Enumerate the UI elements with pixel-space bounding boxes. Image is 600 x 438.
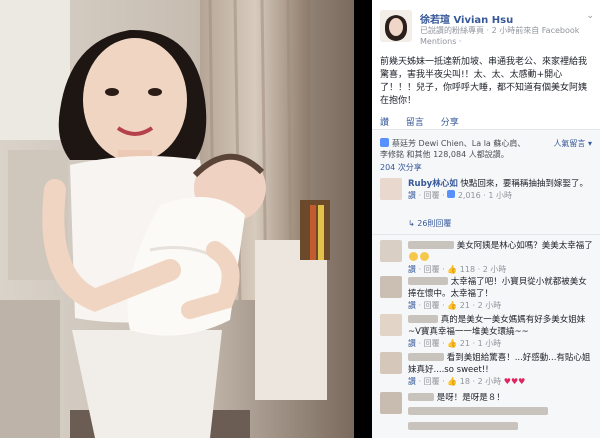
comment-like-count: 18 [459, 377, 470, 386]
thumbs-up-icon [380, 138, 389, 147]
comment-like-button[interactable]: 讚 [408, 191, 416, 200]
comment-time: 2 小時 [482, 265, 507, 274]
comment-like-button[interactable]: 讚 [408, 265, 416, 274]
comment-body: Ruby林心如 快點回來，要稱稱抽抽到嫁娶了。 讚 · 回覆 · 2,016 ·… [408, 178, 594, 202]
comment-time: 1 小時 [488, 191, 512, 200]
photo-illustration [0, 0, 354, 438]
view-replies-link[interactable]: ↳ 26則回覆 [408, 218, 451, 229]
like-button[interactable]: 讚 [380, 118, 389, 128]
comment-like-button[interactable]: 讚 [408, 339, 416, 348]
page-name-link[interactable]: 徐若瑄 Vivian Hsu [420, 11, 513, 26]
comment-text: 是呀！是呀是８！ [436, 393, 505, 403]
emoji-icon [420, 252, 429, 261]
commenter-avatar[interactable] [380, 178, 402, 200]
blurred-text [408, 406, 594, 418]
comment-like-button[interactable]: 讚 [408, 377, 416, 386]
comment-meta: 讚 · 回覆 · 👍 18 · 2 小時 ♥♥♥ [408, 377, 526, 386]
share-button[interactable]: 分享 [441, 118, 459, 128]
post-actions: 讚 留言 分享 [380, 115, 473, 128]
like-summary-text: 蔡廷芳 Dewi Chien、La la 蘇心肩、李修銘 和其他 128,084… [380, 139, 526, 159]
comment-button[interactable]: 留言 [406, 118, 424, 128]
comment-like-count: 2,016 [457, 191, 481, 200]
facebook-post-panel: 徐若瑄 Vivian Hsu 已說讚的粉絲專頁 · 2 小時前來自 Facebo… [372, 0, 600, 438]
comment-text: 快點回來，要稱稱抽抽到嫁娶了。 [457, 179, 588, 189]
share-count-link[interactable]: 204 次分享 [380, 162, 422, 173]
comment-body: 太幸福了吧！小寶貝從小就都被美女捧在懷中。太幸福了！ 讚 · 回覆 · 👍 21… [408, 276, 594, 312]
comment-body: 美女阿姨是林心如嗎？美美太幸福了 讚 · 回覆 · 👍 118 · 2 小時 [408, 240, 594, 276]
emoji-icon [409, 252, 418, 261]
comment-time: 1 小時 [477, 339, 502, 348]
chevron-down-icon[interactable]: ⌄ [586, 11, 594, 21]
post-text: 前幾天姊妹一抵達新加坡、串通我老公、來家裡給我驚喜，害我半夜尖叫!！太、太、太感… [380, 57, 588, 106]
comment-body: 看到美姐給驚喜！...好感動...有貼心姐妹真好....so sweet!! 讚… [408, 352, 594, 388]
commenter-name[interactable]: Ruby林心如 [408, 179, 458, 189]
photo-border [354, 0, 372, 438]
blurred-name [408, 315, 438, 323]
comment-body: 真的是美女一美女媽媽有好多美女姐妹~V寶真幸福一一堆美女環繞~~ 讚 · 回覆 … [408, 314, 594, 350]
comment-like-button[interactable]: 讚 [408, 301, 416, 310]
blurred-name [408, 241, 454, 249]
comment-like-count: 21 [459, 339, 470, 348]
heart-icon: ♥♥♥ [503, 377, 526, 386]
commenter-avatar[interactable] [380, 240, 402, 262]
comment-like-count: 118 [459, 265, 476, 274]
blurred-name [408, 393, 434, 401]
blurred-name [408, 353, 444, 361]
post-photo[interactable] [0, 0, 354, 438]
like-summary[interactable]: 蔡廷芳 Dewi Chien、La la 蘇心肩、李修銘 和其他 128,084… [380, 138, 530, 160]
commenter-avatar[interactable] [380, 314, 402, 336]
comment-meta: 讚 · 回覆 · 👍 118 · 2 小時 [408, 265, 507, 274]
commenter-avatar[interactable] [380, 392, 402, 414]
comment-meta: 讚 · 回覆 · 👍 21 · 1 小時 [408, 339, 502, 348]
post-header: 徐若瑄 Vivian Hsu 已說讚的粉絲專頁 · 2 小時前來自 Facebo… [372, 0, 600, 58]
comment-like-count: 21 [459, 301, 470, 310]
comment-time: 2 小時 [477, 301, 502, 310]
comment-time: 2 小時 [477, 377, 502, 386]
comment-meta: 讚 · 回覆 · 2,016 · 1 小時 [408, 190, 512, 200]
blurred-name [408, 277, 448, 285]
post-meta: 已說讚的粉絲專頁 · 2 小時前來自 Facebook Mentions · [420, 26, 580, 46]
comment-meta: 讚 · 回覆 · 👍 21 · 2 小時 [408, 301, 502, 310]
comment-sort-dropdown[interactable]: 人氣留言 ▾ [553, 138, 592, 149]
page-avatar[interactable] [380, 10, 412, 42]
divider [372, 234, 600, 235]
comment-body: 是呀！是呀是８！ [408, 392, 594, 433]
commenter-avatar[interactable] [380, 352, 402, 374]
blurred-text [408, 421, 594, 433]
commenter-avatar[interactable] [380, 276, 402, 298]
comment-text: 美女阿姨是林心如嗎？美美太幸福了 [456, 241, 593, 251]
